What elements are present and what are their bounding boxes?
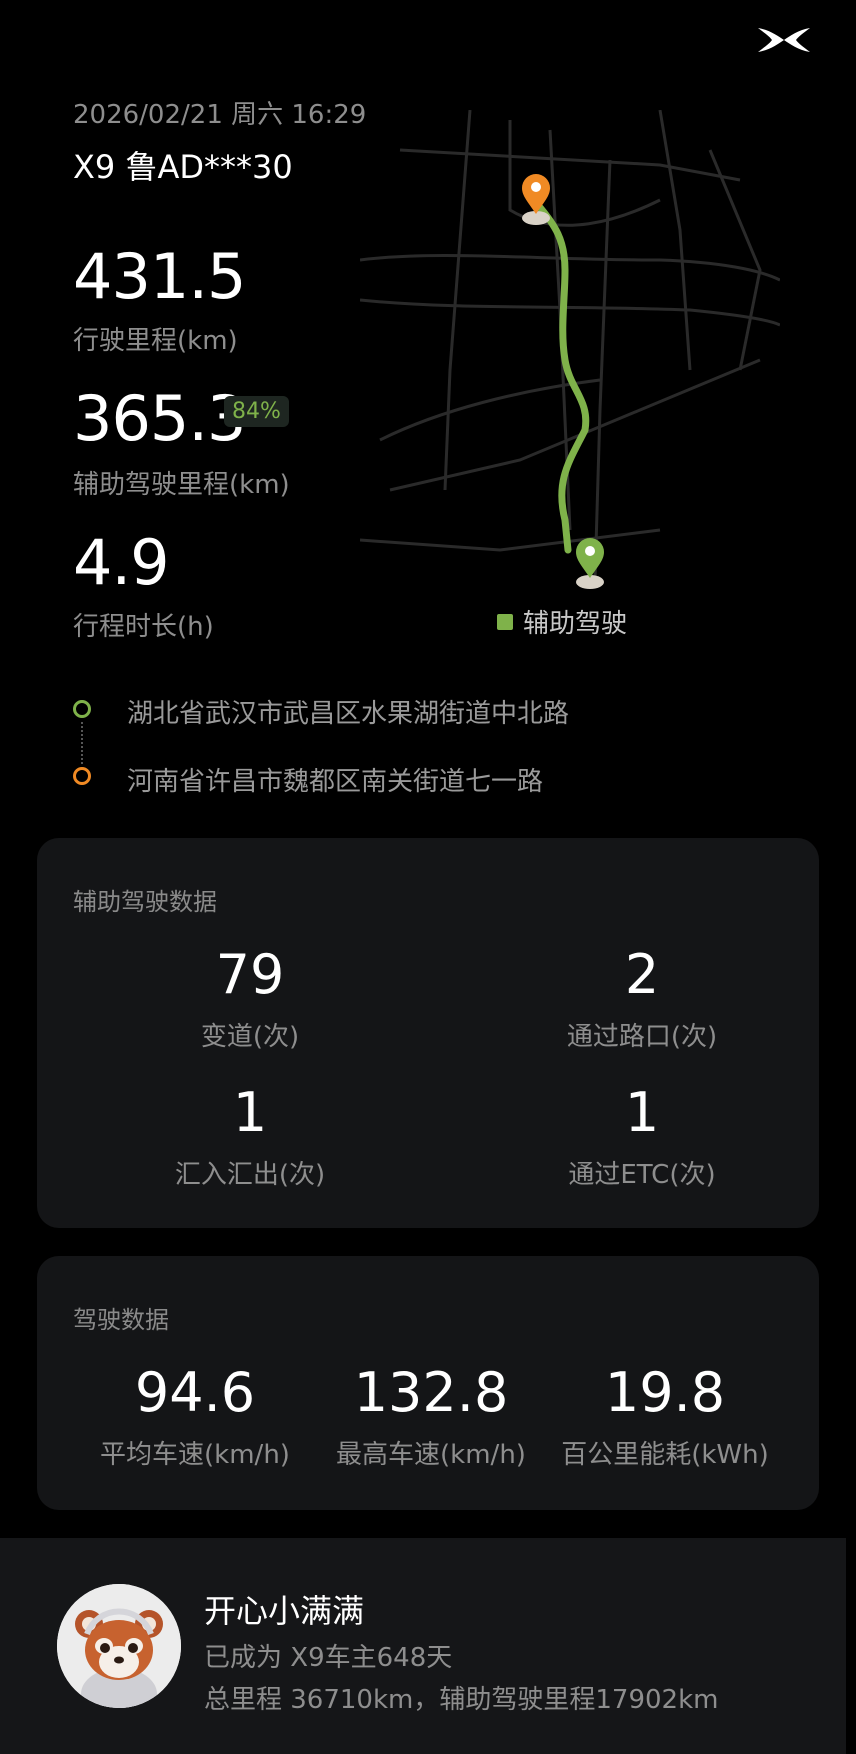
stat-max-speed: 132.8 最高车速(km/h) xyxy=(313,1366,549,1471)
start-point-icon xyxy=(73,700,91,718)
stat-label: 变道(次) xyxy=(200,1022,300,1052)
owner-days: 已成为 X9车主648天 xyxy=(204,1643,453,1673)
stat-label: 最高车速(km/h) xyxy=(336,1440,526,1470)
stat-label: 汇入汇出(次) xyxy=(174,1160,326,1190)
assist-distance-value: 365.3 xyxy=(73,382,246,455)
stat-lane-change: 79 变道(次) xyxy=(37,948,463,1053)
vehicle-plate: X9 鲁AD***30 xyxy=(73,148,293,186)
legend-label: 辅助驾驶 xyxy=(523,609,628,639)
end-point-icon xyxy=(73,767,91,785)
stat-avg-speed: 94.6 平均车速(km/h) xyxy=(77,1366,313,1471)
stat-etc: 1 通过ETC(次) xyxy=(417,1086,856,1191)
stat-value: 1 xyxy=(232,1081,268,1144)
distance-label: 行驶里程(km) xyxy=(73,326,238,356)
stat-intersections: 2 通过路口(次) xyxy=(417,948,856,1053)
stat-value: 1 xyxy=(624,1081,660,1144)
xpeng-logo-icon xyxy=(758,28,810,52)
avatar xyxy=(57,1584,181,1708)
stat-value: 79 xyxy=(215,943,285,1006)
stat-label: 通过路口(次) xyxy=(566,1022,718,1052)
route-connector xyxy=(81,722,83,764)
trip-datetime: 2026/02/21 周六 16:29 xyxy=(73,100,367,130)
user-name: 开心小满满 xyxy=(204,1592,365,1630)
stat-value: 94.6 xyxy=(134,1361,256,1424)
stat-energy: 19.8 百公里能耗(kWh) xyxy=(545,1366,785,1471)
stat-label: 平均车速(km/h) xyxy=(100,1440,290,1470)
legend-swatch xyxy=(497,614,513,630)
duration-label: 行程时长(h) xyxy=(73,612,214,642)
user-totals: 总里程 36710km，辅助驾驶里程17902km xyxy=(204,1685,719,1715)
assist-distance-label: 辅助驾驶里程(km) xyxy=(73,470,290,500)
end-marker-icon xyxy=(522,174,550,225)
assist-card-title: 辅助驾驶数据 xyxy=(73,888,217,916)
red-panda-avatar-icon xyxy=(57,1584,181,1708)
stat-label: 通过ETC(次) xyxy=(568,1160,716,1190)
stat-merge: 1 汇入汇出(次) xyxy=(37,1086,463,1191)
start-address: 湖北省武汉市武昌区水果湖街道中北路 xyxy=(127,699,570,729)
duration-value: 4.9 xyxy=(73,526,170,599)
drive-card-title: 驾驶数据 xyxy=(73,1306,169,1334)
stat-value: 2 xyxy=(624,943,660,1006)
distance-value: 431.5 xyxy=(73,240,246,313)
stat-value: 132.8 xyxy=(353,1361,509,1424)
stat-label: 百公里能耗(kWh) xyxy=(561,1440,769,1470)
end-address: 河南省许昌市魏都区南关街道七一路 xyxy=(127,767,544,797)
drive-data-card: 驾驶数据 94.6 平均车速(km/h) 132.8 最高车速(km/h) 19… xyxy=(37,1256,819,1510)
route-map xyxy=(360,110,780,589)
assist-percent-badge: 84% xyxy=(224,396,289,427)
stat-value: 19.8 xyxy=(604,1361,726,1424)
map-legend: 辅助驾驶 xyxy=(497,603,627,640)
assist-data-card: 辅助驾驶数据 79 变道(次) 2 通过路口(次) 1 汇入汇出(次) 1 通过… xyxy=(37,838,819,1228)
start-marker-icon xyxy=(576,538,604,589)
